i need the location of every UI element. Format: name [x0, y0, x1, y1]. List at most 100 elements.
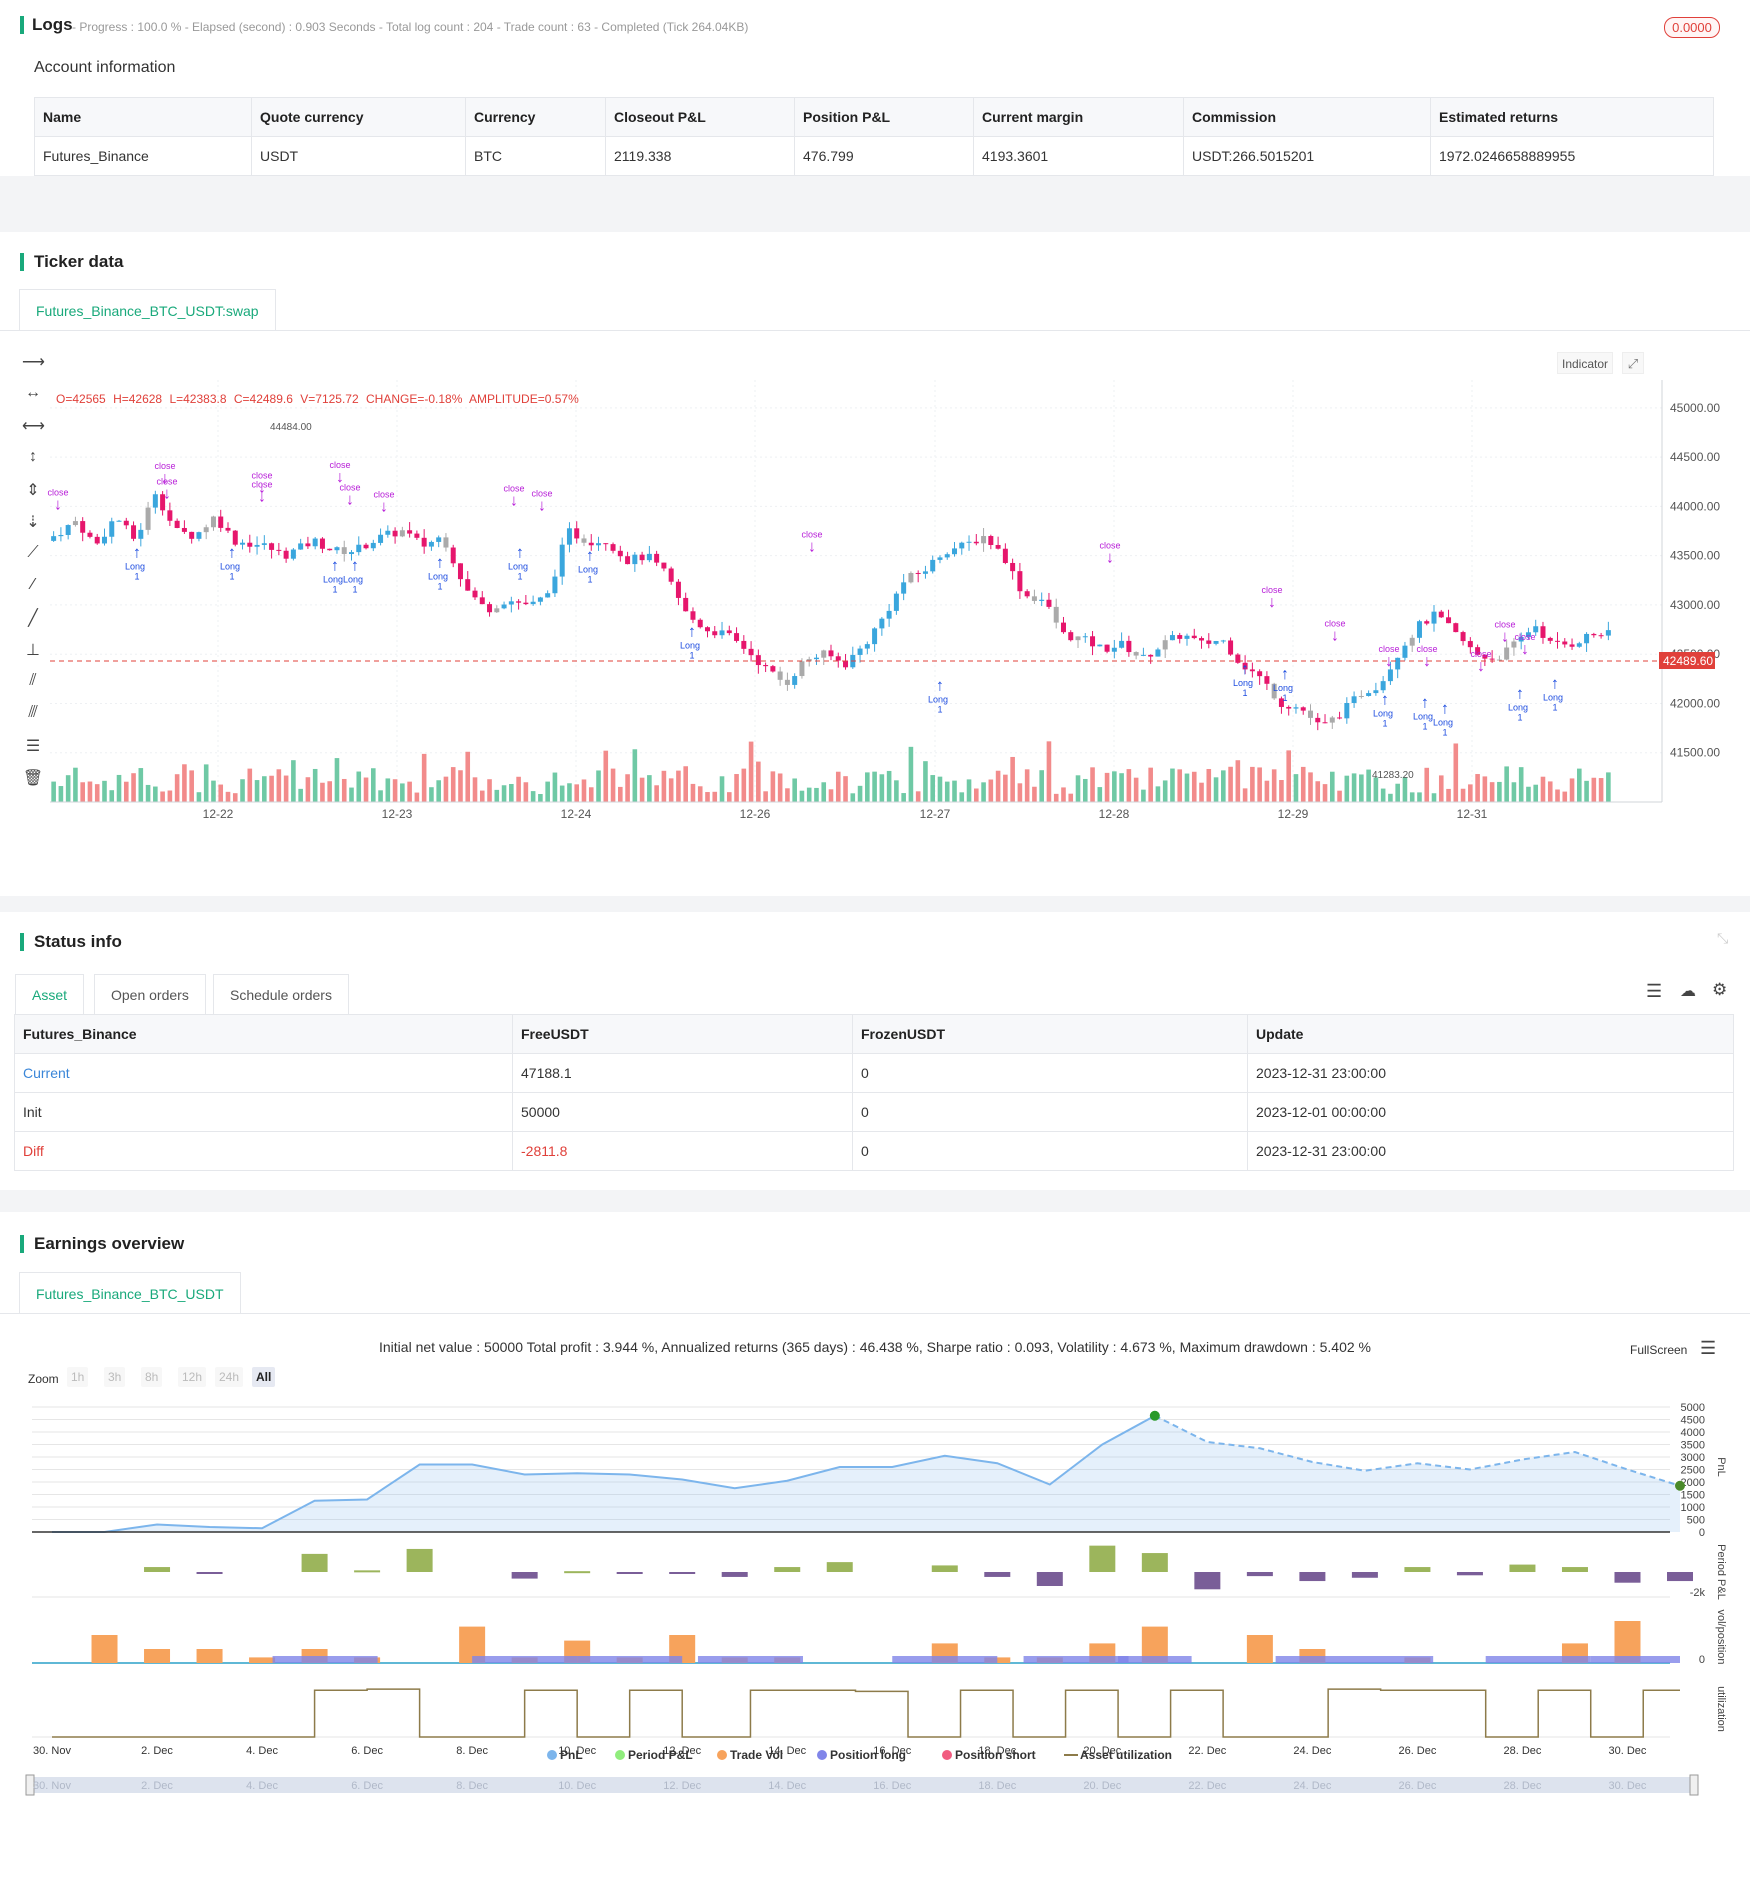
candle-body [1082, 636, 1088, 638]
x-date-label: 24. Dec [1293, 1745, 1331, 1757]
candle-body [675, 581, 681, 598]
cell: 0 [852, 1131, 1248, 1171]
period-pnl-bar [1194, 1572, 1221, 1590]
candle-body [80, 521, 86, 533]
settings-gear-icon[interactable]: ⚙ [1712, 980, 1727, 1000]
candle-body [704, 627, 710, 632]
volume-bar [647, 775, 652, 802]
navigator-date-label: 18. Dec [978, 1780, 1016, 1792]
cell: 0 [852, 1092, 1248, 1132]
volume-bar [472, 777, 478, 802]
volume-bar [1003, 774, 1008, 802]
position-long-bar [272, 1656, 378, 1663]
zoom-button-8h[interactable]: 8h [141, 1367, 163, 1387]
candle-body [210, 516, 216, 528]
candle-body [1235, 654, 1241, 663]
volume-bar [458, 770, 463, 802]
tab-ticker-symbol[interactable]: Futures_Binance_BTC_USDT:swap [19, 289, 276, 331]
x-date-label: 26. Dec [1398, 1745, 1436, 1757]
candle-body [356, 544, 362, 553]
expand-icon[interactable]: ⤢ [1622, 352, 1644, 374]
candle-body [632, 554, 638, 565]
collapse-icon[interactable]: ⤡ [1717, 930, 1728, 947]
candle-body [581, 538, 587, 543]
volume-bar [1518, 767, 1524, 802]
volume-bar [625, 774, 630, 802]
position-long-bar [472, 1656, 578, 1663]
low-price-label: 41283.20 [1372, 770, 1414, 781]
tab-earnings-symbol[interactable]: Futures_Binance_BTC_USDT [19, 1272, 241, 1314]
tab-asset[interactable]: Asset [15, 974, 85, 1014]
cloud-download-icon[interactable]: ☁ [1680, 981, 1696, 1001]
navigator-date-label: 2. Dec [141, 1780, 173, 1792]
cell: 47188.1 [512, 1053, 853, 1093]
navigator-date-label: 26. Dec [1398, 1780, 1436, 1792]
indicator-button[interactable]: Indicator [1557, 352, 1613, 374]
period-pnl-bar [406, 1548, 433, 1572]
list-view-icon[interactable]: ☰ [1646, 981, 1662, 1002]
volume-bar [450, 767, 456, 802]
volume-bar [160, 791, 165, 802]
volume-bar [80, 782, 85, 802]
candle-body [559, 544, 565, 577]
legend-item-label: Asset utilization [1080, 1748, 1172, 1762]
x-date-label: 30. Dec [1609, 1745, 1647, 1757]
candle-body [123, 520, 129, 526]
navigator-date-label: 6. Dec [351, 1780, 383, 1792]
volume-bar [763, 791, 768, 802]
candle-body [349, 552, 355, 555]
max-point-marker [1149, 1410, 1160, 1421]
candle-body [981, 536, 987, 544]
table-row: Futures_Binance USDT BTC 2119.338 476.79… [34, 136, 1714, 176]
candle-body [240, 542, 246, 545]
volume-bar [109, 790, 115, 802]
pnl-tick-label: 500 [1687, 1515, 1705, 1527]
candle-body [864, 644, 870, 649]
long-label: Long [428, 571, 448, 581]
candlestick-chart[interactable]: ↑Long1↑Long1↑Long1↑Long1↑Long1↑Long1↑Lon… [0, 340, 1750, 820]
volume-bar [712, 791, 718, 802]
col-quote-currency: Quote currency [251, 97, 466, 137]
candle-body [537, 597, 543, 602]
col-closeout-pnl: Closeout P&L [605, 97, 795, 137]
candle-body [167, 510, 173, 521]
fullscreen-button[interactable]: FullScreen [1630, 1343, 1687, 1357]
hamburger-menu-icon[interactable]: ☰ [1700, 1338, 1716, 1359]
volume-bar [1598, 778, 1604, 802]
volume-bar [203, 764, 209, 802]
volume-bar [1024, 769, 1030, 802]
candle-body [915, 572, 921, 574]
long-arrow-icon: ↑ [1281, 666, 1289, 683]
candle-body [1555, 640, 1561, 642]
axis-title-period-pnl: Period P&L [1715, 1544, 1727, 1600]
zoom-button-1h[interactable]: 1h [67, 1367, 89, 1387]
volume-bar [370, 768, 376, 802]
volume-bar [182, 764, 187, 802]
volume-bar [574, 784, 580, 802]
long-qty-label: 1 [332, 584, 337, 594]
long-qty-label: 1 [1242, 688, 1247, 698]
candle-body [109, 521, 115, 537]
tab-schedule-orders[interactable]: Schedule orders [213, 974, 349, 1014]
candle-body [668, 568, 674, 582]
candle-body [465, 579, 471, 591]
candle-body [1220, 640, 1226, 642]
volume-bar [1133, 777, 1139, 802]
candle-body [995, 544, 1001, 549]
candle-body [646, 553, 652, 561]
zoom-button-24h[interactable]: 24h [215, 1367, 244, 1387]
earnings-chart[interactable]: 5000450040003500300025002000150010005000… [0, 1397, 1750, 1857]
navigator-date-label: 12. Dec [663, 1780, 701, 1792]
candle-body [327, 548, 333, 551]
row-label-current[interactable]: Current [14, 1053, 513, 1093]
candle-body [1511, 641, 1517, 648]
candle-body [828, 650, 834, 657]
candle-body [1344, 702, 1350, 719]
zoom-button-All[interactable]: All [252, 1367, 276, 1387]
volume-bar [51, 781, 56, 802]
zoom-button-12h[interactable]: 12h [178, 1367, 207, 1387]
volume-bar [1315, 781, 1321, 802]
tab-open-orders[interactable]: Open orders [94, 974, 206, 1014]
zoom-button-3h[interactable]: 3h [104, 1367, 126, 1387]
period-pnl-bar [616, 1572, 643, 1574]
